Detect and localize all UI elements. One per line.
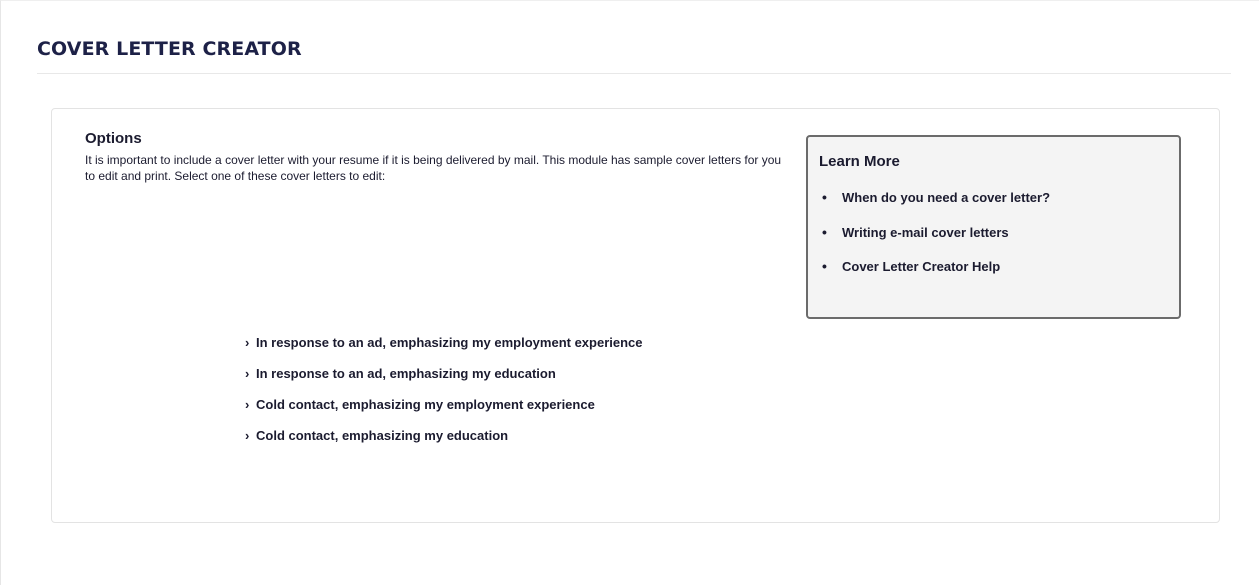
learn-more-link-label: Cover Letter Creator Help	[842, 259, 1001, 274]
chevron-right-icon: ›	[245, 335, 250, 350]
options-description: It is important to include a cover lette…	[85, 153, 782, 183]
chevron-right-icon: ›	[245, 366, 250, 381]
bullet-icon: •	[822, 223, 827, 240]
cover-letter-option-ad-employment[interactable]: › In response to an ad, emphasizing my em…	[245, 335, 643, 366]
bullet-icon: •	[822, 258, 827, 274]
cover-letter-option-label: In response to an ad, emphasizing my emp…	[256, 335, 643, 350]
chevron-right-icon: ›	[245, 397, 250, 412]
cover-letter-option-cold-education[interactable]: › Cold contact, emphasizing my education	[245, 428, 643, 459]
chevron-right-icon: ›	[245, 428, 250, 443]
learn-more-links: • When do you need a cover letter? • Writi…	[822, 189, 1050, 293]
learn-more-link-label: Writing e-mail cover letters	[842, 224, 1009, 240]
options-heading: Options	[85, 130, 142, 147]
title-divider	[37, 73, 1231, 74]
learn-more-link-when-needed[interactable]: • When do you need a cover letter?	[822, 189, 1050, 224]
bullet-icon: •	[822, 189, 827, 205]
learn-more-heading: Learn More	[819, 153, 900, 170]
page-title: COVER LETTER CREATOR	[37, 38, 302, 60]
cover-letter-options-list: › In response to an ad, emphasizing my em…	[245, 335, 643, 459]
cover-letter-option-label: Cold contact, emphasizing my education	[256, 428, 509, 443]
cover-letter-creator-page: COVER LETTER CREATOR Options It is impor…	[0, 0, 1259, 585]
cover-letter-option-label: In response to an ad, emphasizing my edu…	[256, 366, 556, 381]
learn-more-box: Learn More • When do you need a cover let…	[806, 135, 1181, 319]
learn-more-link-email-letters[interactable]: • Writing e-mail cover letters	[822, 224, 1050, 259]
cover-letter-option-ad-education[interactable]: › In response to an ad, emphasizing my ed…	[245, 366, 643, 397]
cover-letter-option-label: Cold contact, emphasizing my employment …	[256, 397, 595, 412]
learn-more-link-label: When do you need a cover letter?	[842, 190, 1051, 205]
learn-more-link-help[interactable]: • Cover Letter Creator Help	[822, 258, 1050, 293]
cover-letter-option-cold-employment[interactable]: › Cold contact, emphasizing my employment…	[245, 397, 643, 428]
